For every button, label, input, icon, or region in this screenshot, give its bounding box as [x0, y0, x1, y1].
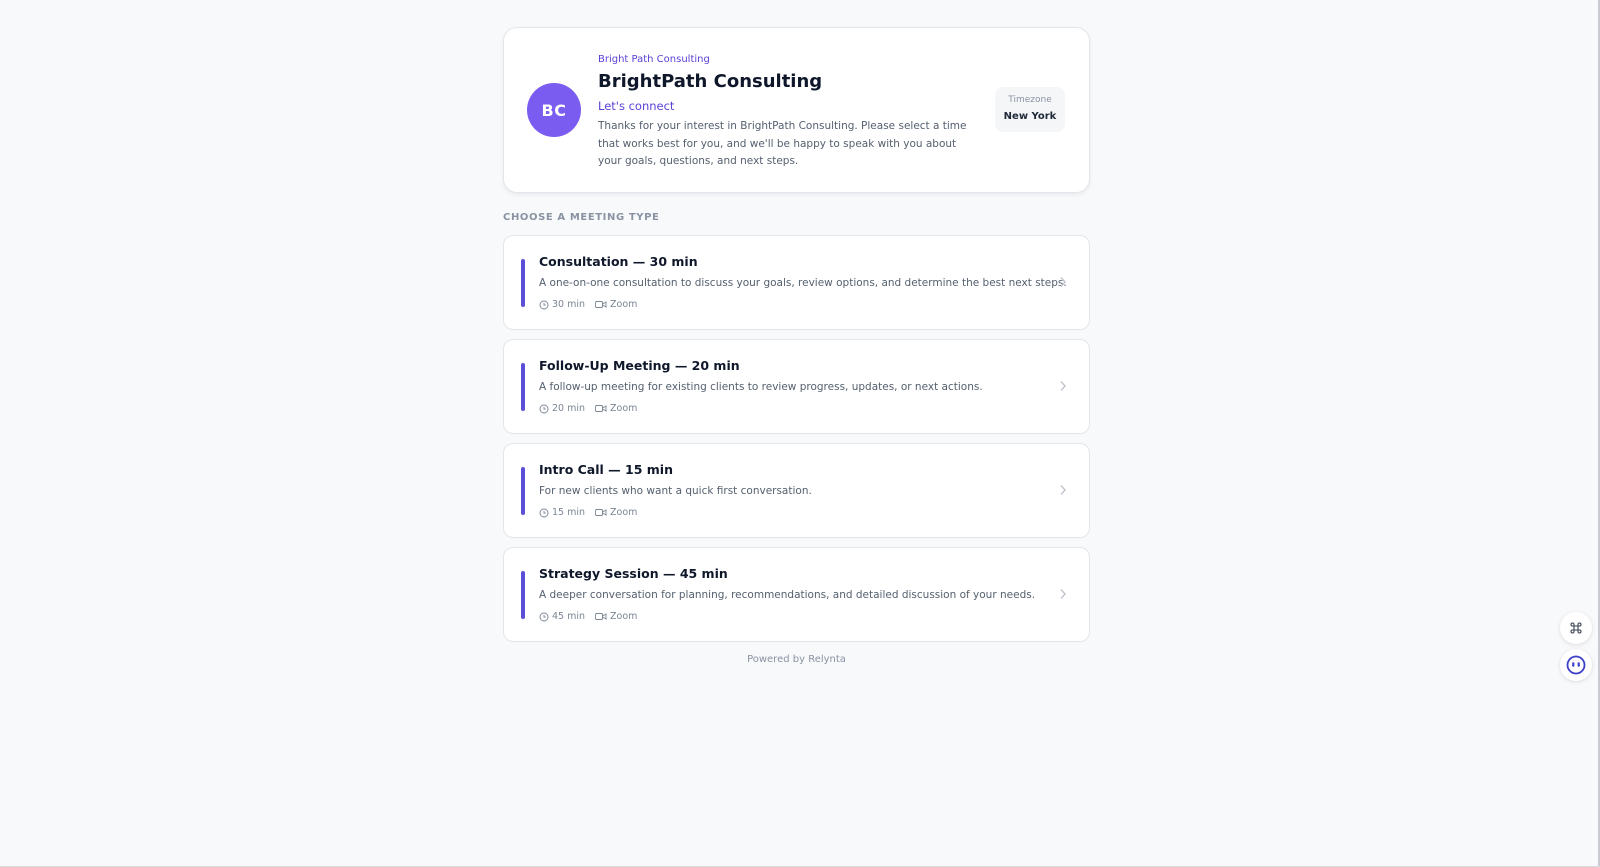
avatar: BC	[527, 83, 581, 137]
duration-meta: 30 min	[539, 299, 585, 310]
location-meta: Zoom	[595, 299, 637, 310]
chevron-right-icon	[1060, 381, 1066, 391]
meeting-title: Strategy Session — 45 min	[539, 566, 728, 581]
clock-icon	[539, 508, 549, 517]
profile-text: Bright Path Consulting BrightPath Consul…	[598, 54, 968, 171]
clock-icon	[539, 300, 549, 309]
video-icon	[595, 509, 607, 516]
location-meta: Zoom	[595, 403, 637, 414]
duration-text: 45 min	[552, 611, 586, 622]
accent-bar	[521, 259, 525, 307]
chevron-right-icon	[1060, 277, 1066, 287]
meeting-card-consultation[interactable]: Consultation — 30 min A one-on-one consu…	[503, 235, 1090, 330]
meeting-description: A follow-up meeting for existing clients…	[539, 381, 983, 393]
profile-description: Thanks for your interest in BrightPath C…	[598, 120, 967, 167]
meeting-title: Consultation — 30 min	[539, 254, 698, 269]
duration-text: 30 min	[552, 299, 586, 310]
location-meta: Zoom	[595, 611, 637, 622]
meeting-type-list: Consultation — 30 min A one-on-one consu…	[503, 235, 1090, 642]
meeting-description: A deeper conversation for planning, reco…	[539, 589, 1036, 601]
meeting-meta: 15 min Zoom	[539, 507, 647, 518]
meeting-card-strategy-session[interactable]: Strategy Session — 45 min A deeper conve…	[503, 547, 1090, 642]
duration-text: 15 min	[552, 507, 586, 518]
chevron-right-icon	[1060, 485, 1066, 495]
location-text: Zoom	[610, 507, 638, 518]
timezone-value: New York	[1003, 111, 1057, 122]
accent-bar	[521, 467, 525, 515]
accent-bar	[521, 571, 525, 619]
meeting-description: For new clients who want a quick first c…	[539, 485, 812, 497]
duration-meta: 20 min	[539, 403, 585, 414]
location-meta: Zoom	[595, 507, 637, 518]
duration-meta: 15 min	[539, 507, 585, 518]
org-name: Bright Path Consulting	[598, 54, 710, 65]
tagline: Let's connect	[598, 99, 675, 113]
duration-meta: 45 min	[539, 611, 585, 622]
meeting-meta: 45 min Zoom	[539, 611, 647, 622]
meeting-card-intro-call[interactable]: Intro Call — 15 min For new clients who …	[503, 443, 1090, 538]
powered-by-footer[interactable]: Powered by Relynta	[503, 654, 1090, 665]
assistant-face-icon	[1566, 655, 1586, 675]
clock-icon	[539, 404, 549, 413]
meeting-meta: 30 min Zoom	[539, 299, 647, 310]
timezone-selector[interactable]: Timezone New York	[995, 87, 1065, 132]
section-label: CHOOSE A MEETING TYPE	[503, 212, 660, 223]
assistant-button[interactable]	[1560, 649, 1592, 681]
meeting-description: A one-on-one consultation to discuss you…	[539, 277, 1067, 289]
clock-icon	[539, 612, 549, 621]
chevron-right-icon	[1060, 589, 1066, 599]
duration-text: 20 min	[552, 403, 586, 414]
page-title: BrightPath Consulting	[598, 71, 823, 92]
meeting-title: Intro Call — 15 min	[539, 462, 673, 477]
meeting-meta: 20 min Zoom	[539, 403, 647, 414]
location-text: Zoom	[610, 611, 638, 622]
meeting-title: Follow-Up Meeting — 20 min	[539, 358, 740, 373]
video-icon	[595, 405, 607, 412]
booking-page: BC Bright Path Consulting BrightPath Con…	[503, 27, 1090, 665]
command-menu-button[interactable]	[1560, 612, 1592, 644]
meeting-card-follow-up[interactable]: Follow-Up Meeting — 20 min A follow-up m…	[503, 339, 1090, 434]
video-icon	[595, 301, 607, 308]
timezone-label: Timezone	[1008, 95, 1052, 105]
command-icon	[1570, 622, 1582, 634]
profile-card: BC Bright Path Consulting BrightPath Con…	[503, 27, 1090, 193]
accent-bar	[521, 363, 525, 411]
location-text: Zoom	[610, 403, 638, 414]
video-icon	[595, 613, 607, 620]
location-text: Zoom	[610, 299, 638, 310]
